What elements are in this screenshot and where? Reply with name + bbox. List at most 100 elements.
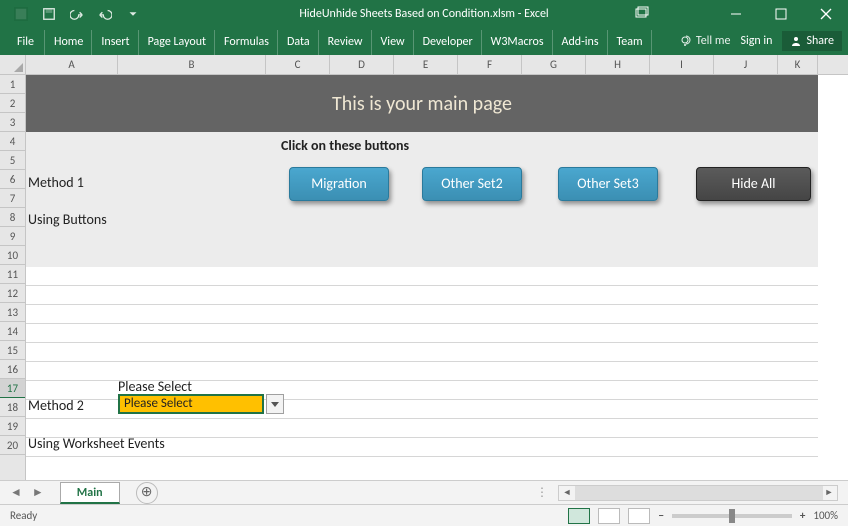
- row-headers: 1234567891011121314151617181920: [0, 75, 26, 485]
- row-header-12[interactable]: 12: [0, 284, 25, 303]
- status-ready: Ready: [10, 509, 37, 522]
- qat-customize-icon[interactable]: [122, 3, 144, 25]
- share-button[interactable]: Share: [782, 31, 842, 51]
- sign-in-link[interactable]: Sign in: [740, 34, 772, 48]
- close-button[interactable]: [803, 0, 848, 27]
- ribbon-tab-home[interactable]: Home: [45, 30, 92, 55]
- sheet-nav-buttons[interactable]: ◄ ►: [0, 485, 54, 500]
- share-label: Share: [806, 34, 834, 48]
- col-header-i[interactable]: I: [650, 55, 714, 74]
- row-header-3[interactable]: 3: [0, 113, 25, 132]
- row-header-9[interactable]: 9: [0, 227, 25, 246]
- other-set3-button[interactable]: Other Set3: [558, 167, 658, 201]
- row-header-18[interactable]: 18: [0, 398, 25, 417]
- ribbon-tab-formulas[interactable]: Formulas: [215, 30, 278, 55]
- migration-button[interactable]: Migration: [289, 167, 389, 201]
- col-header-g[interactable]: G: [522, 55, 586, 74]
- normal-view-button[interactable]: [568, 508, 590, 524]
- ribbon-tab-view[interactable]: View: [372, 30, 414, 55]
- new-sheet-button[interactable]: ⊕: [136, 482, 158, 504]
- row-header-19[interactable]: 19: [0, 417, 25, 436]
- main-page-banner: This is your main page: [26, 75, 818, 132]
- other-set2-button[interactable]: Other Set2: [422, 167, 522, 201]
- save-icon[interactable]: [38, 3, 60, 25]
- scroll-separator[interactable]: ⋮: [536, 485, 548, 500]
- zoom-slider[interactable]: [672, 514, 792, 518]
- row-header-7[interactable]: 7: [0, 189, 25, 208]
- row-header-1[interactable]: 1: [0, 75, 25, 94]
- row-header-13[interactable]: 13: [0, 303, 25, 322]
- excel-icon: [10, 3, 32, 25]
- col-header-h[interactable]: H: [586, 55, 650, 74]
- sheet-tab-main[interactable]: Main: [60, 482, 120, 504]
- row-header-2[interactable]: 2: [0, 94, 25, 113]
- ribbon-tabs: File Home Insert Page Layout Formulas Da…: [0, 27, 848, 55]
- col-header-d[interactable]: D: [330, 55, 394, 74]
- zoom-in-button[interactable]: +: [800, 509, 805, 522]
- scroll-right-icon[interactable]: ►: [821, 486, 837, 500]
- banner-text: This is your main page: [332, 92, 512, 116]
- sheet-nav-prev-icon[interactable]: ◄: [10, 485, 22, 500]
- horizontal-scrollbar[interactable]: ◄ ►: [558, 485, 838, 501]
- col-header-j[interactable]: J: [714, 55, 778, 74]
- zoom-out-button[interactable]: −: [658, 509, 663, 522]
- ribbon-tab-data[interactable]: Data: [278, 30, 319, 55]
- tell-me-label: Tell me: [696, 34, 731, 48]
- zoom-percent[interactable]: 100%: [813, 509, 838, 522]
- row-header-11[interactable]: 11: [0, 265, 25, 284]
- please-select-combo[interactable]: Please Select: [118, 394, 264, 414]
- ribbon-tab-review[interactable]: Review: [319, 30, 372, 55]
- quick-access-toolbar: [0, 3, 144, 25]
- undo-icon[interactable]: [66, 3, 88, 25]
- ribbon-tab-addins[interactable]: Add-ins: [553, 30, 608, 55]
- col-header-f[interactable]: F: [458, 55, 522, 74]
- row-header-14[interactable]: 14: [0, 322, 25, 341]
- row-header-17[interactable]: 17: [0, 379, 25, 398]
- ribbon-tab-page-layout[interactable]: Page Layout: [139, 30, 215, 55]
- ribbon-display-options-icon[interactable]: [631, 2, 653, 24]
- using-worksheet-events-label: Using Worksheet Events: [28, 435, 165, 452]
- scroll-left-icon[interactable]: ◄: [559, 486, 575, 500]
- row-header-15[interactable]: 15: [0, 341, 25, 360]
- ribbon-tab-developer[interactable]: Developer: [414, 30, 482, 55]
- scroll-thumb[interactable]: [575, 486, 823, 500]
- col-header-c[interactable]: C: [266, 55, 330, 74]
- ribbon-tab-w3macros[interactable]: W3Macros: [482, 30, 553, 55]
- page-break-view-button[interactable]: [628, 508, 650, 524]
- page-layout-view-button[interactable]: [598, 508, 620, 524]
- empty-gridlines: [26, 267, 818, 485]
- window-title: HideUnhide Sheets Based on Condition.xls…: [299, 7, 548, 21]
- col-header-e[interactable]: E: [394, 55, 458, 74]
- hide-all-button[interactable]: Hide All: [696, 167, 811, 201]
- col-header-k[interactable]: K: [778, 55, 818, 74]
- minimize-button[interactable]: [713, 0, 758, 27]
- ribbon-tab-file[interactable]: File: [6, 30, 45, 55]
- row-header-6[interactable]: 6: [0, 170, 25, 189]
- method1-label: Method 1: [28, 174, 84, 191]
- row-header-16[interactable]: 16: [0, 360, 25, 379]
- ribbon-tab-insert[interactable]: Insert: [92, 30, 138, 55]
- please-select-header: Please Select: [118, 378, 192, 395]
- column-headers: ABCDEFGHIJK: [0, 55, 848, 75]
- sheet-tab-bar: ◄ ► Main ⊕ ⋮ ◄ ►: [0, 480, 848, 504]
- method2-label: Method 2: [28, 397, 84, 414]
- instruction-label: Click on these buttons: [281, 137, 409, 154]
- col-header-b[interactable]: B: [118, 55, 266, 74]
- using-buttons-label: Using Buttons: [28, 211, 107, 228]
- row-header-5[interactable]: 5: [0, 151, 25, 170]
- row-header-8[interactable]: 8: [0, 208, 25, 227]
- combo-dropdown-icon[interactable]: [266, 394, 284, 414]
- col-header-a[interactable]: A: [26, 55, 118, 74]
- title-bar: HideUnhide Sheets Based on Condition.xls…: [0, 0, 848, 27]
- maximize-button[interactable]: [758, 0, 803, 27]
- redo-icon[interactable]: [94, 3, 116, 25]
- method1-region: Click on these buttons Method 1 Using Bu…: [26, 132, 818, 267]
- sheet-nav-next-icon[interactable]: ►: [32, 485, 44, 500]
- ribbon-tab-team[interactable]: Team: [608, 30, 652, 55]
- row-header-20[interactable]: 20: [0, 436, 25, 455]
- row-header-4[interactable]: 4: [0, 132, 25, 151]
- row-header-10[interactable]: 10: [0, 246, 25, 265]
- worksheet-area[interactable]: This is your main page Click on these bu…: [26, 75, 848, 485]
- tell-me-search[interactable]: Tell me: [680, 34, 731, 48]
- select-all-corner[interactable]: [0, 55, 26, 74]
